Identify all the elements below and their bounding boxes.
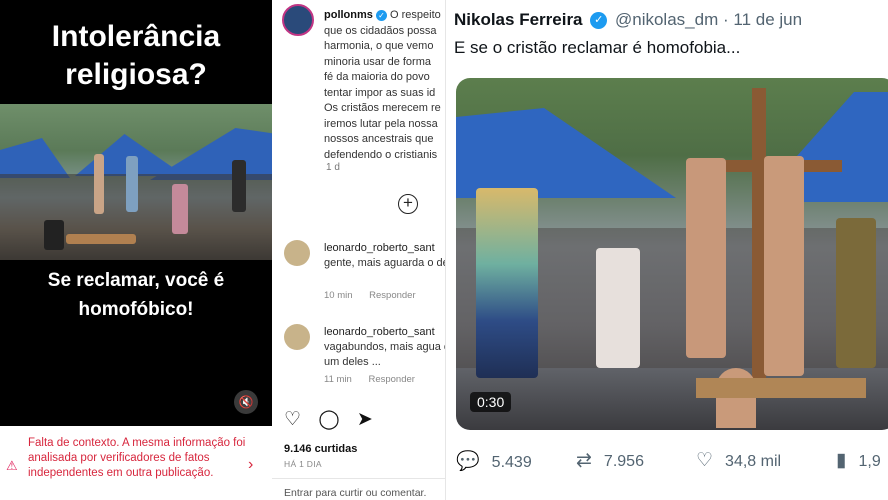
tweet-video[interactable]: 0:30: [456, 78, 888, 430]
like-count[interactable]: 9.146 curtidas: [284, 443, 357, 455]
retweet-icon: ⇄: [576, 450, 592, 471]
post-username[interactable]: pollonms: [324, 9, 373, 21]
reply-button[interactable]: Responder: [369, 290, 415, 301]
caption-time: 1 d: [326, 162, 340, 173]
instagram-story: Intolerância religiosa? Se reclamar, voc…: [0, 0, 272, 500]
avatar[interactable]: [284, 240, 310, 266]
tweet-date[interactable]: 11 de jun: [733, 10, 802, 29]
story-title: Intolerância religiosa?: [51, 20, 221, 91]
heart-icon: ♡: [696, 450, 714, 471]
post-actions: ♡ ◯ ➤: [284, 408, 385, 431]
post-date: HÁ 1 DIA: [284, 459, 322, 469]
author-handle[interactable]: @nikolas_dm: [615, 10, 718, 29]
tweet-card: Nikolas Ferreira ✓ @nikolas_dm · 11 de j…: [446, 0, 888, 500]
verified-badge-icon: ✓: [590, 12, 608, 30]
comment-text: gente, mais aguarda o deles ...: [324, 257, 445, 269]
comment-meta: 11 min Responder: [324, 374, 429, 385]
chevron-right-icon[interactable]: ›: [248, 456, 253, 474]
reply-count: 5.439: [491, 454, 532, 471]
screenshot-collage: Intolerância religiosa? Se reclamar, voc…: [0, 0, 888, 500]
comment-text: vagabundos, mais agua cada um deles ...: [324, 341, 445, 368]
like-button[interactable]: ♡ 34,8 mil: [696, 449, 781, 472]
story-video-frame[interactable]: [0, 104, 272, 260]
retweet-button[interactable]: ⇄ 7.956: [576, 449, 644, 472]
bar-chart-icon: ▮: [836, 450, 847, 471]
story-subtitle: Se reclamar, você é homofóbico!: [47, 270, 225, 320]
instagram-post-panel: pollonms ✓ O respeito que os cidadãos po…: [272, 0, 446, 500]
send-icon[interactable]: ➤: [357, 409, 373, 430]
tweet-text: E se o cristão reclamar é homofobia...: [454, 38, 741, 57]
post-caption: pollonms ✓ O respeito que os cidadãos po…: [324, 9, 441, 161]
warning-icon: ⚠: [6, 458, 18, 473]
reply-button[interactable]: Responder: [368, 374, 414, 385]
login-prompt[interactable]: Entrar para curtir ou comentar.: [284, 487, 426, 499]
reply-icon: 💬: [456, 451, 480, 472]
view-count: 1,9: [858, 453, 881, 470]
retweet-count: 7.956: [603, 453, 644, 470]
avatar[interactable]: [282, 4, 314, 36]
author-name[interactable]: Nikolas Ferreira: [454, 10, 583, 29]
fact-check-banner[interactable]: ⚠ Falta de contexto. A mesma informação …: [0, 426, 272, 500]
divider: [272, 478, 445, 479]
comment-time: 10 min: [324, 290, 353, 301]
comment-icon[interactable]: ◯: [318, 409, 339, 430]
views-button[interactable]: ▮ 1,9: [836, 449, 881, 472]
heart-icon[interactable]: ♡: [284, 409, 301, 430]
comment-username[interactable]: leonardo_roberto_sant: [324, 242, 435, 254]
separator: ·: [722, 10, 729, 29]
speaker-mute-icon[interactable]: 🔇: [234, 390, 258, 414]
comment-username[interactable]: leonardo_roberto_sant: [324, 326, 435, 338]
fact-check-text: Falta de contexto. A mesma informação fo…: [28, 437, 246, 479]
video-duration: 0:30: [470, 392, 512, 412]
like-count: 34,8 mil: [725, 453, 782, 470]
verified-badge-icon: ✓: [375, 9, 387, 21]
reply-button[interactable]: 💬 5.439: [456, 449, 532, 473]
tweet-header: Nikolas Ferreira ✓ @nikolas_dm · 11 de j…: [454, 10, 802, 30]
comment-meta: 10 min Responder: [324, 290, 430, 301]
avatar[interactable]: [284, 324, 310, 350]
load-more-comments-icon[interactable]: +: [398, 194, 418, 214]
comment-time: 11 min: [324, 374, 352, 385]
